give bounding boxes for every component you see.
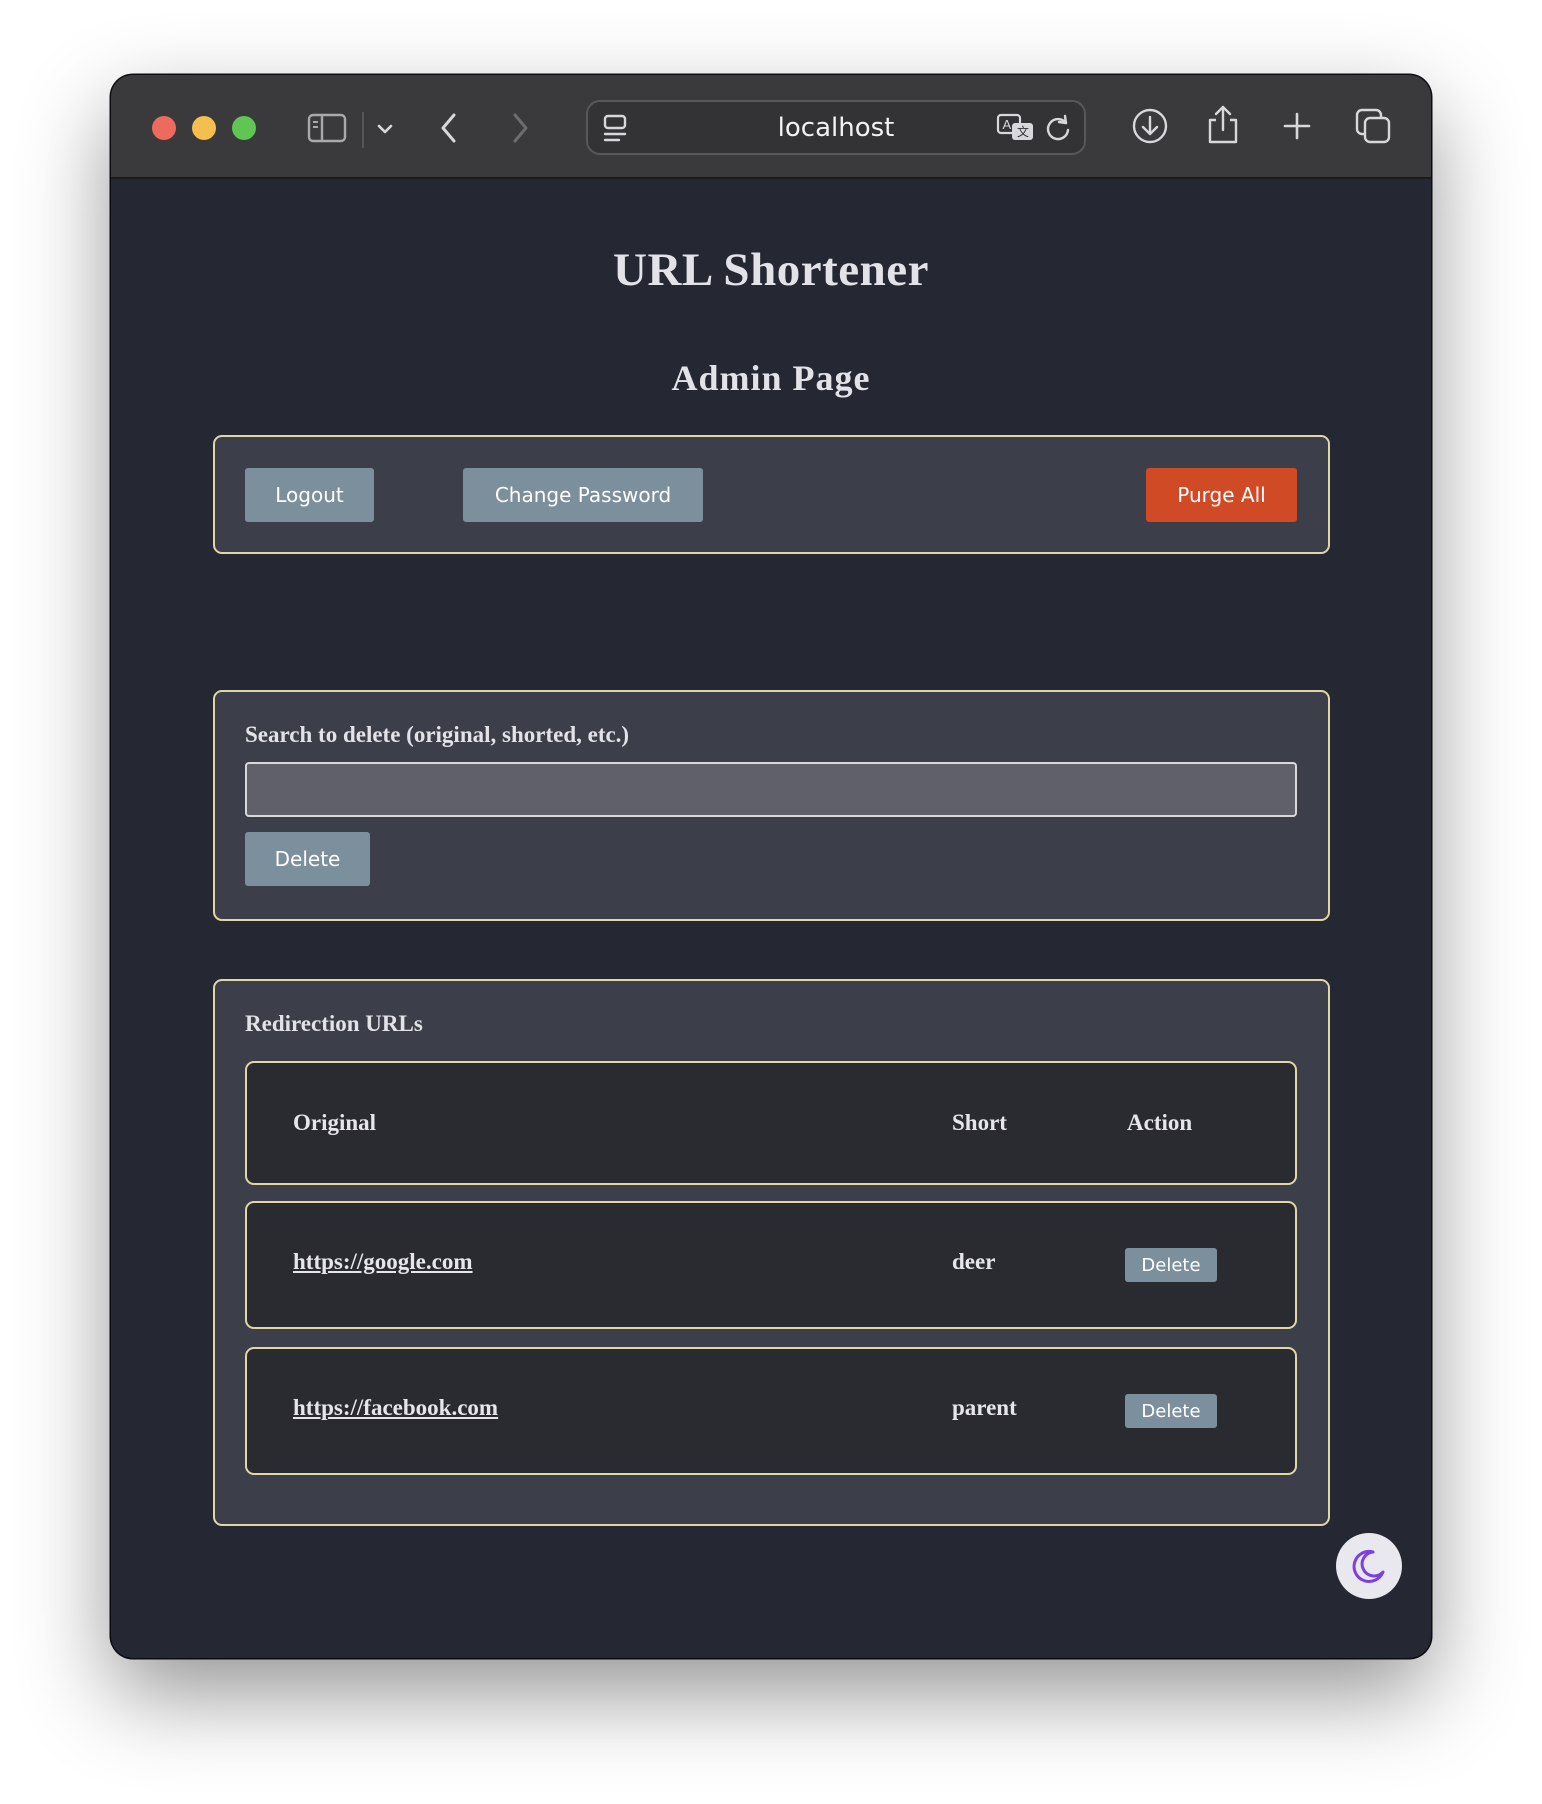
- moon-icon: [1352, 1549, 1385, 1583]
- table-row: https://facebook.com parent Delete: [245, 1347, 1297, 1475]
- redirection-urls-title: Redirection URLs: [245, 1011, 423, 1036]
- reload-icon[interactable]: [1042, 113, 1074, 145]
- table-row: https://google.com deer Delete: [245, 1201, 1297, 1329]
- search-label: Search to delete (original, shorted, etc…: [245, 722, 630, 747]
- app-title: URL Shortener: [613, 244, 929, 296]
- search-delete-button[interactable]: Delete: [245, 832, 370, 886]
- svg-text:文: 文: [1017, 124, 1029, 139]
- original-url-link[interactable]: https://google.com: [293, 1249, 473, 1275]
- search-delete-card: Search to delete (original, shorted, etc…: [213, 690, 1330, 921]
- download-icon[interactable]: [1130, 106, 1170, 146]
- logout-button[interactable]: Logout: [245, 468, 374, 522]
- column-header-action: Action: [1127, 1110, 1193, 1135]
- search-input[interactable]: [245, 762, 1297, 817]
- theme-toggle-button[interactable]: [1336, 1533, 1402, 1599]
- redirection-urls-card: Redirection URLs Original Short Action h…: [213, 979, 1330, 1526]
- original-url-link[interactable]: https://facebook.com: [293, 1395, 498, 1421]
- row-delete-button[interactable]: Delete: [1125, 1248, 1217, 1282]
- maximize-window-button[interactable]: [232, 116, 256, 140]
- toolbar-divider: [362, 112, 364, 148]
- purge-all-button[interactable]: Purge All: [1146, 468, 1297, 522]
- page-title: Admin Page: [671, 358, 871, 398]
- new-tab-icon[interactable]: [1280, 109, 1314, 143]
- back-arrow-icon[interactable]: [434, 109, 464, 147]
- browser-toolbar: localhost A文: [111, 75, 1431, 179]
- tab-overview-icon[interactable]: [1353, 106, 1393, 146]
- minimize-window-button[interactable]: [192, 116, 216, 140]
- admin-actions-card: Logout Change Password Purge All: [213, 435, 1330, 554]
- share-icon[interactable]: [1205, 102, 1241, 146]
- svg-text:A: A: [1003, 117, 1012, 132]
- change-password-button[interactable]: Change Password: [463, 468, 703, 522]
- browser-window: localhost A文 URL Shortener Admin Page Lo…: [111, 75, 1431, 1658]
- row-delete-button[interactable]: Delete: [1125, 1394, 1217, 1428]
- sidebar-toggle-icon[interactable]: [305, 109, 349, 147]
- table-header-row: Original Short Action: [245, 1061, 1297, 1185]
- column-header-original: Original: [293, 1110, 377, 1135]
- chevron-down-icon[interactable]: [373, 115, 397, 143]
- forward-arrow-icon[interactable]: [505, 109, 535, 147]
- column-header-short: Short: [952, 1110, 1007, 1135]
- short-code: parent: [952, 1395, 1017, 1420]
- address-bar[interactable]: localhost A文: [586, 100, 1086, 155]
- page-content: URL Shortener Admin Page Logout Change P…: [111, 179, 1431, 1658]
- short-code: deer: [952, 1249, 996, 1274]
- translate-icon[interactable]: A文: [996, 113, 1036, 143]
- close-window-button[interactable]: [152, 116, 176, 140]
